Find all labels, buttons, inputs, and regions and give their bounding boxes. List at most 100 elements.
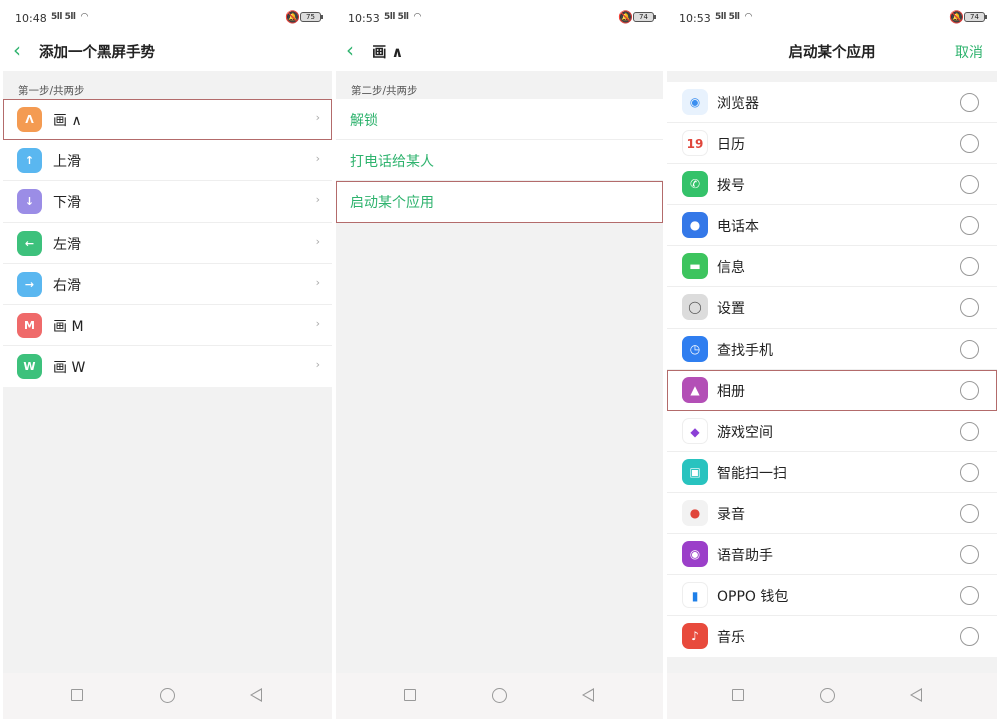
radio-button[interactable] [960,421,979,441]
signal-icon: 5ll 5ll [51,12,76,22]
battery-icon: 74 [964,12,987,22]
radio-button[interactable] [960,339,979,359]
gesture-item[interactable]: W 画 W › [3,346,332,387]
gesture-label: 左滑 [53,236,81,253]
back-nav-icon[interactable] [910,688,922,702]
voice-assistant-icon: ◉ [682,541,708,568]
system-nav-bar [3,673,332,719]
gesture-item[interactable]: Λ 画 ∧ › [3,99,332,141]
recents-icon[interactable] [404,689,416,701]
app-item[interactable]: ● 录音 [667,493,997,535]
app-label: 音乐 [717,630,745,647]
app-item[interactable]: ◆ 游戏空间 [667,411,997,452]
action-item[interactable]: 启动某个应用 [336,181,663,223]
gesture-icon: ↓ [17,189,42,215]
radio-button[interactable] [960,462,979,482]
home-icon[interactable] [160,688,175,703]
radio-button[interactable] [960,298,979,318]
wifi-icon: ◠ [81,12,88,22]
system-nav-bar [667,673,997,719]
status-time: 10:48 [15,12,47,25]
gesture-item[interactable]: ↓ 下滑 › [3,181,332,223]
back-arrow-icon[interactable]: ‹ [13,40,35,62]
app-item[interactable]: ◯ 设置 [667,287,997,329]
gesture-item[interactable]: ← 左滑 › [3,223,332,264]
page-title: 画 ∧ [372,45,404,61]
radio-button[interactable] [960,134,979,154]
app-item[interactable]: ▮ OPPO 钱包 [667,575,997,617]
chevron-right-icon: › [315,111,320,124]
radio-button[interactable] [960,545,979,565]
step-label: 第一步/共两步 [18,85,85,97]
radio-button[interactable] [960,93,979,112]
status-bar: 10:53 5ll 5ll ◠ 🔕 74 [336,0,663,38]
app-item[interactable]: ● 电话本 [667,205,997,247]
app-label: OPPO 钱包 [717,589,789,606]
app-item[interactable]: ▲ 相册 [667,369,997,411]
bell-mute-icon: 🔕 [285,10,300,24]
gesture-icon: W [17,354,42,380]
app-label: 相册 [717,383,745,400]
radio-button[interactable] [960,627,979,647]
radio-button[interactable] [960,175,979,195]
radio-button[interactable] [960,257,979,277]
radio-button[interactable] [960,503,979,523]
action-label: 启动某个应用 [350,195,434,212]
back-arrow-icon[interactable]: ‹ [346,40,368,62]
app-label: 查找手机 [717,342,773,359]
wallet-icon: ▮ [682,582,708,609]
app-item[interactable]: ◉ 语音助手 [667,534,997,576]
action-item[interactable]: 解锁 [336,99,663,141]
app-item[interactable]: ✆ 拨号 [667,164,997,206]
browser-icon: ◉ [682,89,708,115]
music-icon: ♪ [682,623,708,650]
recents-icon[interactable] [732,689,744,701]
back-nav-icon[interactable] [250,688,262,702]
recents-icon[interactable] [71,689,83,701]
home-icon[interactable] [492,688,507,703]
gesture-item[interactable]: ↑ 上滑 › [3,140,332,182]
gesture-icon: → [17,271,42,297]
radio-button[interactable] [960,586,979,606]
app-item[interactable]: ▣ 智能扫一扫 [667,452,997,493]
gesture-item[interactable]: → 右滑 › [3,264,332,305]
back-nav-icon[interactable] [582,688,594,702]
battery-icon: 75 [300,12,323,22]
bell-mute-icon: 🔕 [949,10,964,24]
app-item[interactable]: ◉ 浏览器 [667,82,997,124]
gesture-icon: M [17,312,42,338]
photos-icon: ▲ [682,376,708,403]
find-phone-icon: ◷ [682,335,708,362]
battery-icon: 74 [633,12,656,22]
app-item[interactable]: ♪ 音乐 [667,616,997,657]
status-bar: 10:48 5ll 5ll ◠ 🔕 75 [3,0,332,38]
gesture-icon: Λ [17,107,42,132]
phone-screen-choose-app: 10:53 5ll 5ll ◠ 🔕 74 启动某个应用 取消 ◉ 浏览器 19 日历 ✆… [667,0,997,719]
contacts-icon: ● [682,212,708,239]
app-label: 设置 [717,301,745,318]
page-title: 添加一个黑屏手势 [39,45,155,61]
app-label: 信息 [717,260,745,277]
action-item[interactable]: 打电话给某人 [336,140,663,182]
app-label: 智能扫一扫 [717,465,787,482]
gesture-item[interactable]: M 画 M › [3,305,332,347]
radio-button[interactable] [960,380,979,400]
step-label: 第二步/共两步 [351,85,418,97]
app-label: 游戏空间 [717,424,773,441]
cancel-button[interactable]: 取消 [955,42,983,62]
home-icon[interactable] [820,688,835,703]
app-item[interactable]: ▬ 信息 [667,246,997,288]
wifi-icon: ◠ [745,12,752,22]
page-title: 启动某个应用 [788,45,876,61]
app-label: 浏览器 [717,96,759,112]
gesture-label: 画 W [53,360,86,377]
signal-icon: 5ll 5ll [715,12,740,22]
status-time: 10:53 [679,12,711,25]
app-item[interactable]: 19 日历 [667,123,997,165]
phone-icon: ✆ [682,171,708,198]
wifi-icon: ◠ [414,12,421,22]
app-item[interactable]: ◷ 查找手机 [667,329,997,370]
radio-button[interactable] [960,216,979,236]
gesture-icon: ↑ [17,148,42,174]
